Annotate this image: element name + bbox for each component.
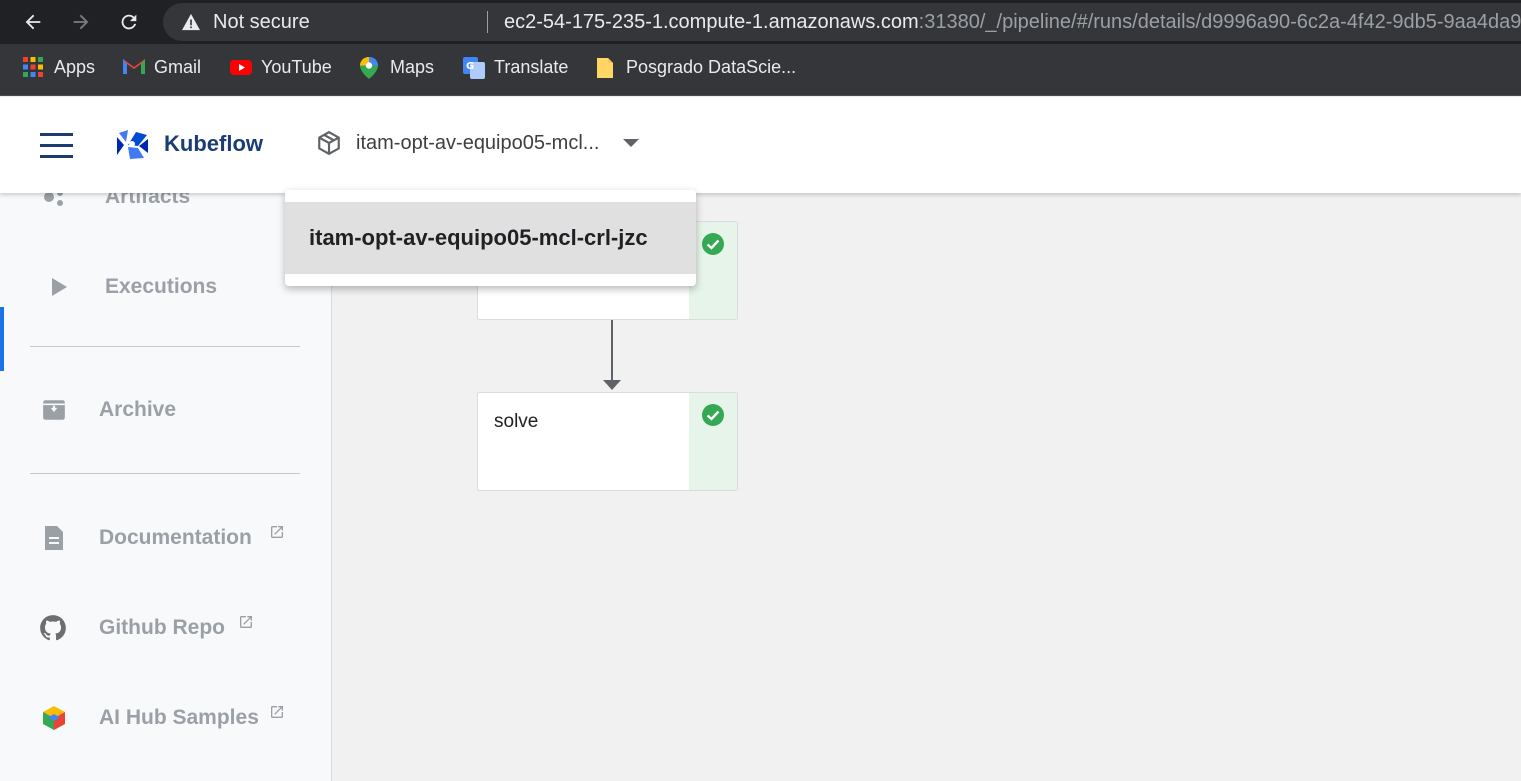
url-host: ec2-54-175-235-1.compute-1.amazonaws.com — [504, 11, 919, 33]
bookmark-label: Posgrado DataScie... — [626, 56, 797, 77]
sidebar-item-label: Github Repo — [99, 616, 225, 639]
bookmark-gmail[interactable]: Gmail — [122, 56, 201, 78]
sidebar-item-label: AI Hub Samples — [99, 706, 259, 729]
bookmark-apps[interactable]: Apps — [22, 56, 95, 78]
sidebar-item-label: Executions — [105, 275, 218, 298]
forward-button[interactable] — [65, 6, 97, 38]
bookmark-maps[interactable]: Maps — [358, 56, 435, 79]
check-circle-icon — [702, 404, 724, 426]
external-link-icon — [240, 616, 252, 628]
svg-text:G: G — [466, 61, 474, 72]
archive-icon — [40, 396, 68, 424]
play-icon — [44, 273, 72, 301]
hamburger-line — [40, 144, 73, 147]
node-label: solve — [494, 411, 539, 432]
sidebar-item-label: Documentation — [99, 526, 252, 549]
kubeflow-logo[interactable]: Kubeflow — [114, 127, 263, 161]
folder-icon — [594, 56, 616, 78]
hamburger-line — [40, 133, 73, 136]
bookmark-translate[interactable]: G Translate — [462, 56, 569, 79]
warning-icon — [182, 13, 200, 31]
url-text[interactable]: ec2-54-175-235-1.compute-1.amazonaws.com… — [504, 11, 1521, 34]
bookmark-label: YouTube — [261, 56, 332, 77]
graph-node-solve[interactable]: solve — [477, 392, 738, 491]
document-icon — [40, 524, 68, 552]
maps-icon — [358, 56, 380, 79]
arrow-left-icon — [25, 14, 41, 30]
sidebar-item-ai-hub[interactable]: AI Hub Samples — [0, 690, 330, 746]
external-link-icon — [271, 706, 283, 718]
reload-button[interactable] — [113, 6, 145, 38]
external-link-icon — [271, 526, 283, 538]
package-icon — [318, 130, 340, 156]
bookmark-label: Gmail — [154, 56, 202, 77]
sidebar-divider — [30, 346, 300, 347]
bookmark-label: Maps — [390, 56, 435, 77]
bookmark-label: Translate — [494, 56, 569, 77]
sidebar-item-archive[interactable]: Archive — [0, 382, 330, 438]
ai-hub-icon — [40, 704, 68, 732]
sidebar-item-label: Archive — [99, 398, 177, 421]
kubeflow-icon — [117, 130, 148, 159]
graph-edge — [611, 320, 613, 380]
bookmark-folder[interactable]: Posgrado DataScie... — [594, 56, 796, 78]
gmail-icon — [122, 56, 145, 78]
arrow-right-icon — [73, 14, 89, 30]
security-status[interactable]: Not secure — [213, 11, 310, 34]
apps-grid-icon — [22, 56, 44, 78]
sidebar: Artifacts Executions Archive Documentati… — [0, 185, 332, 781]
reload-icon — [121, 14, 137, 30]
check-circle-icon — [702, 233, 724, 255]
namespace-menu: itam-opt-av-equipo05-mcl-crl-jzc — [285, 190, 696, 286]
youtube-icon — [229, 56, 252, 78]
active-indicator — [0, 307, 4, 371]
namespace-selector[interactable]: itam-opt-av-equipo05-mcl... — [316, 130, 640, 156]
chevron-down-icon — [623, 139, 640, 147]
brand-name: Kubeflow — [164, 131, 263, 156]
sidebar-item-executions[interactable]: Executions — [0, 259, 330, 315]
browser-toolbar: Not secure ec2-54-175-235-1.compute-1.am… — [0, 0, 1521, 44]
sidebar-divider — [30, 473, 300, 474]
namespace-value: itam-opt-av-equipo05-mcl... — [356, 131, 600, 154]
arrow-head — [603, 380, 621, 390]
bookmarks-bar: Apps Gmail YouTube Maps G Translate Posg… — [0, 44, 1521, 96]
sidebar-item-github[interactable]: Github Repo — [0, 600, 330, 656]
bookmark-label: Apps — [54, 56, 96, 77]
url-path: :31380/_/pipeline/#/runs/details/d9996a9… — [918, 11, 1521, 33]
omnibox-divider — [487, 11, 488, 33]
hamburger-line — [40, 155, 73, 158]
menu-button[interactable] — [40, 133, 74, 159]
back-button[interactable] — [17, 6, 49, 38]
app-header: Kubeflow itam-opt-av-equipo05-mcl... — [0, 97, 1521, 193]
namespace-option[interactable]: itam-opt-av-equipo05-mcl-crl-jzc — [285, 202, 696, 274]
sidebar-item-documentation[interactable]: Documentation — [0, 510, 330, 566]
translate-icon: G — [462, 56, 485, 79]
bookmark-youtube[interactable]: YouTube — [229, 56, 332, 78]
github-icon — [39, 614, 67, 642]
address-bar[interactable]: Not secure ec2-54-175-235-1.compute-1.am… — [163, 3, 1521, 41]
